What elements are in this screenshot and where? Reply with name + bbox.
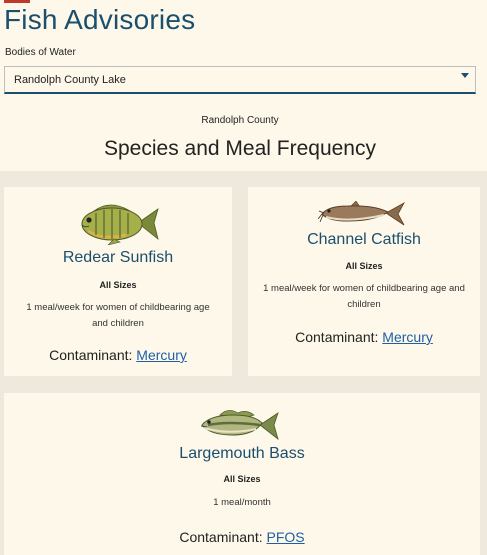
species-name: Redear Sunfish <box>62 249 174 266</box>
bodies-of-water-label: Bodies of Water <box>5 47 76 58</box>
meal-frequency: 1 meal/month <box>213 497 271 508</box>
species-card: Redear Sunfish All Sizes 1 meal/week for… <box>4 187 232 376</box>
catfish-icon <box>318 201 406 226</box>
section-title: Species and Meal Frequency <box>104 137 376 160</box>
size-range: All Sizes <box>345 261 383 271</box>
contaminant-line: Contaminant: Mercury <box>4 347 232 363</box>
contaminant-link-mercury[interactable]: Mercury <box>382 329 433 345</box>
bodies-of-water-select[interactable]: Randolph County Lake <box>4 66 476 94</box>
bass-icon <box>200 410 279 441</box>
contaminant-line: Contaminant: Mercury <box>248 329 480 345</box>
header-accent-bar <box>4 0 30 3</box>
meal-frequency: 1 meal/week for women of childbearing ag… <box>263 283 465 310</box>
size-range: All Sizes <box>99 280 137 290</box>
meal-frequency: 1 meal/week for women of childbearing ag… <box>26 302 210 329</box>
contaminant-line: Contaminant: PFOS <box>4 529 480 545</box>
species-cards-area: Redear Sunfish All Sizes 1 meal/week for… <box>0 171 487 555</box>
species-name: Largemouth Bass <box>179 445 305 462</box>
page-title: Fish Advisories <box>4 4 196 35</box>
sunfish-icon <box>81 204 159 245</box>
contaminant-link-pfos[interactable]: PFOS <box>267 529 305 545</box>
species-card: Largemouth Bass All Sizes 1 meal/month C… <box>4 393 480 555</box>
size-range: All Sizes <box>223 474 261 484</box>
species-card: Channel Catfish All Sizes 1 meal/week fo… <box>248 187 480 376</box>
species-name: Channel Catfish <box>307 231 421 248</box>
contaminant-label: Contaminant: <box>179 529 263 545</box>
contaminant-label: Contaminant: <box>295 329 379 345</box>
county-name: Randolph County <box>201 115 279 126</box>
selected-water-body: Randolph County Lake <box>14 74 126 86</box>
contaminant-link-mercury[interactable]: Mercury <box>136 347 187 363</box>
caret-down-icon <box>461 73 469 78</box>
contaminant-label: Contaminant: <box>49 347 133 363</box>
